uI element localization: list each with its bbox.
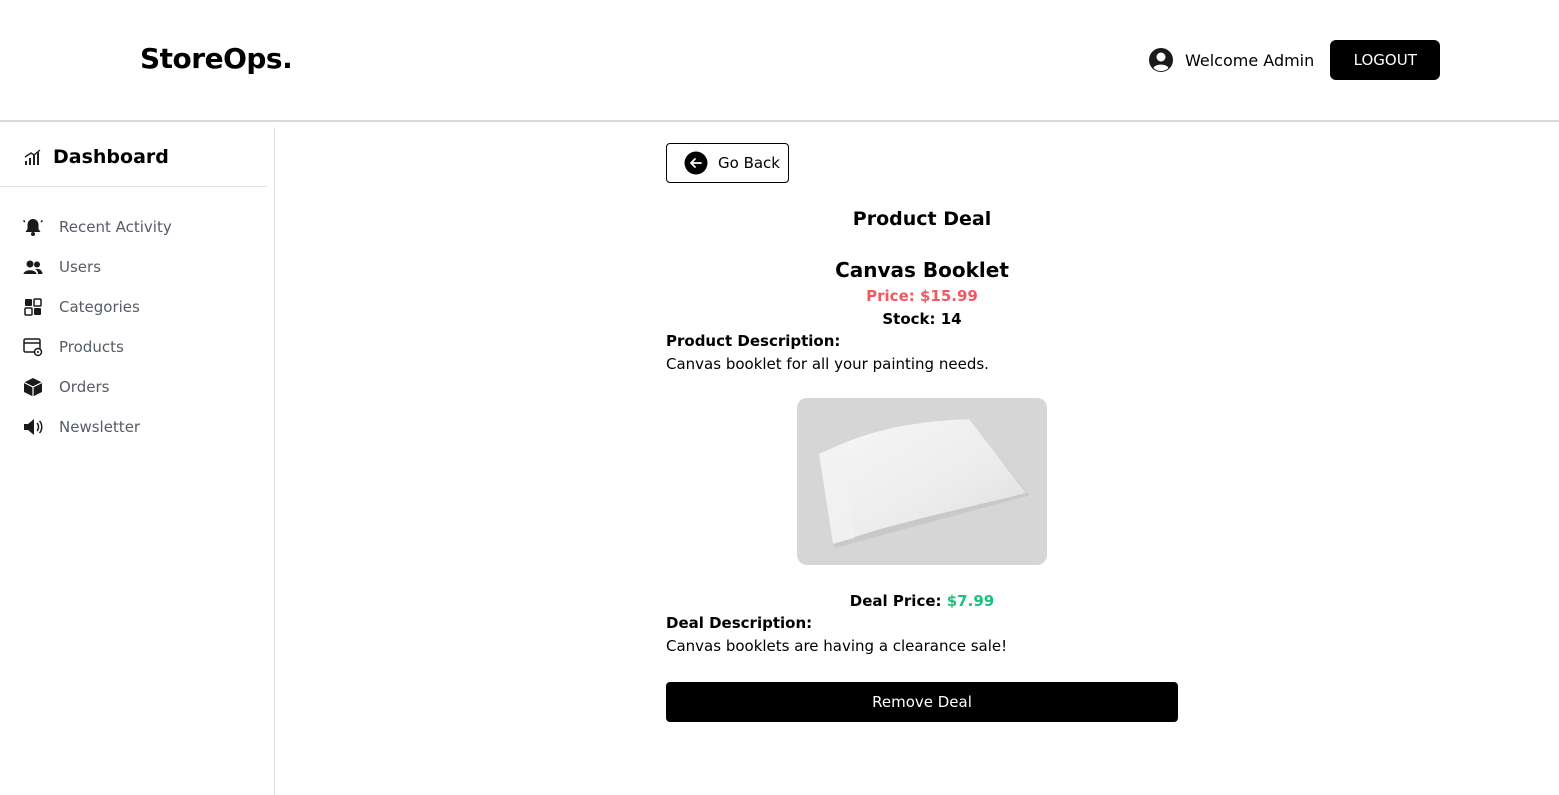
deal-description-label: Deal Description: bbox=[666, 614, 813, 632]
deal-price-label: Deal Price: bbox=[849, 592, 942, 610]
arrow-left-icon bbox=[684, 151, 708, 175]
sidebar-item-newsletter[interactable]: Newsletter bbox=[22, 407, 172, 447]
sidebar-item-users[interactable]: Users bbox=[22, 247, 172, 287]
box-icon bbox=[22, 376, 44, 398]
user-avatar-icon bbox=[1148, 47, 1174, 73]
sidebar-nav: Recent Activity Users Categories Product… bbox=[22, 207, 172, 447]
product-description-label: Product Description: bbox=[666, 332, 841, 350]
categories-icon bbox=[22, 296, 44, 318]
deal-price-value: $7.99 bbox=[946, 592, 995, 610]
go-back-button[interactable]: Go Back bbox=[666, 143, 789, 183]
product-description: Canvas booklet for all your painting nee… bbox=[666, 355, 989, 373]
sidebar-dashboard-link[interactable]: Dashboard bbox=[0, 127, 267, 187]
deal-price: Deal Price: $7.99 bbox=[666, 592, 1178, 610]
go-back-label: Go Back bbox=[718, 154, 780, 172]
user-area: Welcome Admin LOGOUT bbox=[1148, 40, 1441, 80]
remove-deal-button[interactable]: Remove Deal bbox=[666, 682, 1178, 722]
welcome-text: Welcome Admin bbox=[1185, 50, 1315, 70]
sidebar-item-label: Newsletter bbox=[59, 418, 141, 436]
sidebar-item-label: Recent Activity bbox=[59, 218, 172, 236]
megaphone-icon bbox=[22, 416, 44, 438]
sidebar-item-label: Categories bbox=[59, 298, 140, 316]
users-icon bbox=[22, 256, 44, 278]
product-stock: Stock: 14 bbox=[882, 310, 962, 328]
bell-icon bbox=[22, 216, 44, 238]
sidebar-item-categories[interactable]: Categories bbox=[22, 287, 172, 327]
sidebar-item-label: Products bbox=[59, 338, 124, 356]
sidebar-item-recent-activity[interactable]: Recent Activity bbox=[22, 207, 172, 247]
sidebar: Dashboard Recent Activity Users Categori… bbox=[0, 127, 275, 795]
chart-bars-icon bbox=[22, 146, 44, 168]
sidebar-item-label: Users bbox=[59, 258, 102, 276]
product-deal-panel: Go Back Product Deal Canvas Booklet Pric… bbox=[666, 143, 1178, 722]
sidebar-item-label: Orders bbox=[59, 378, 110, 396]
products-icon bbox=[22, 336, 44, 358]
sidebar-item-products[interactable]: Products bbox=[22, 327, 172, 367]
app-logo[interactable]: StoreOps. bbox=[140, 42, 293, 75]
logout-button[interactable]: LOGOUT bbox=[1330, 40, 1441, 80]
page-title: Product Deal bbox=[852, 208, 992, 230]
product-image bbox=[797, 398, 1047, 565]
product-name: Canvas Booklet bbox=[835, 258, 1009, 282]
top-header: StoreOps. Welcome Admin LOGOUT bbox=[0, 0, 1559, 122]
product-price: Price: $15.99 bbox=[866, 287, 978, 305]
sidebar-item-orders[interactable]: Orders bbox=[22, 367, 172, 407]
sidebar-title: Dashboard bbox=[53, 145, 169, 168]
deal-description: Canvas booklets are having a clearance s… bbox=[666, 637, 1008, 655]
